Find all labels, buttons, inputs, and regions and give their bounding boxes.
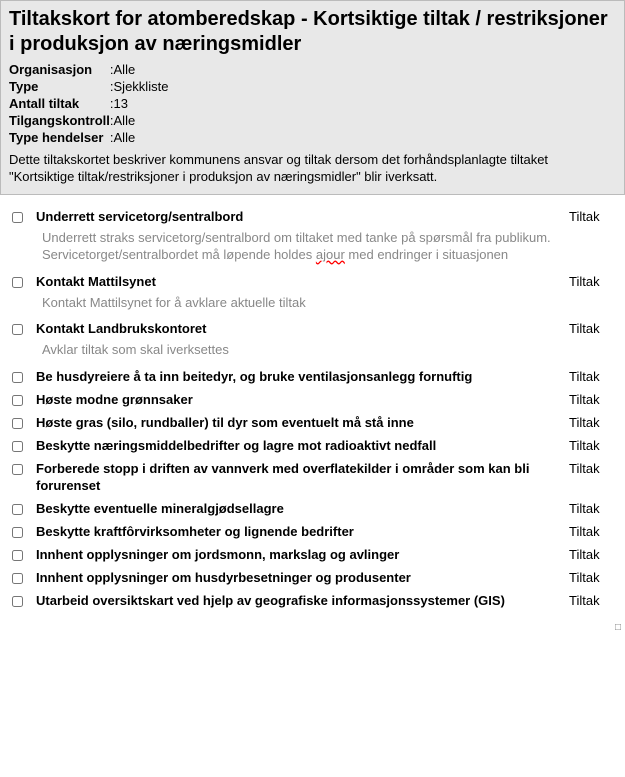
- item-type: Tiltak: [569, 392, 619, 407]
- item-checkbox[interactable]: [12, 596, 23, 607]
- item-checkbox[interactable]: [12, 573, 23, 584]
- items-list: Underrett servicetorg/sentralbordTiltakU…: [0, 195, 625, 622]
- meta-label: Type: [9, 78, 110, 95]
- item-title: Beskytte kraftfôrvirksomheter og lignend…: [36, 524, 569, 541]
- spellcheck-word: ajour: [316, 247, 345, 262]
- list-item: Kontakt LandbrukskontoretTiltak: [6, 317, 619, 340]
- item-type: Tiltak: [569, 209, 619, 224]
- item-checkbox[interactable]: [12, 324, 23, 335]
- item-checkbox[interactable]: [12, 504, 23, 515]
- checkbox-cell: [6, 274, 36, 291]
- checkbox-cell: [6, 524, 36, 541]
- item-checkbox[interactable]: [12, 372, 23, 383]
- item-description: Underrett straks servicetorg/sentralbord…: [6, 228, 566, 270]
- meta-row: Type hendelser:Alle: [9, 129, 168, 146]
- meta-row: Type:Sjekkliste: [9, 78, 168, 95]
- meta-value: Alle: [114, 129, 169, 146]
- checkbox-cell: [6, 438, 36, 455]
- item-type: Tiltak: [569, 501, 619, 516]
- item-checkbox[interactable]: [12, 212, 23, 223]
- item-type: Tiltak: [569, 547, 619, 562]
- list-item: Utarbeid oversiktskart ved hjelp av geog…: [6, 589, 619, 612]
- checkbox-cell: [6, 369, 36, 386]
- item-title: Forberede stopp i driften av vannverk me…: [36, 461, 569, 495]
- item-title: Høste gras (silo, rundballer) til dyr so…: [36, 415, 569, 432]
- item-type: Tiltak: [569, 274, 619, 289]
- item-title: Utarbeid oversiktskart ved hjelp av geog…: [36, 593, 569, 610]
- item-title: Høste modne grønnsaker: [36, 392, 569, 409]
- item-type: Tiltak: [569, 321, 619, 336]
- item-checkbox[interactable]: [12, 395, 23, 406]
- list-item: Høste modne grønnsakerTiltak: [6, 388, 619, 411]
- list-item: Innhent opplysninger om jordsmonn, marks…: [6, 543, 619, 566]
- item-type: Tiltak: [569, 438, 619, 453]
- checkbox-cell: [6, 570, 36, 587]
- checkbox-cell: [6, 593, 36, 610]
- item-type: Tiltak: [569, 415, 619, 430]
- meta-value: 13: [114, 95, 169, 112]
- item-type: Tiltak: [569, 593, 619, 608]
- list-item: Beskytte kraftfôrvirksomheter og lignend…: [6, 520, 619, 543]
- checkbox-cell: [6, 415, 36, 432]
- item-description: Kontakt Mattilsynet for å avklare aktuel…: [6, 293, 566, 318]
- item-title: Underrett servicetorg/sentralbord: [36, 209, 569, 226]
- page-title: Tiltakskort for atomberedskap - Kortsikt…: [9, 7, 616, 57]
- list-item: Beskytte eventuelle mineralgjødsellagreT…: [6, 497, 619, 520]
- header-box: Tiltakskort for atomberedskap - Kortsikt…: [0, 0, 625, 195]
- list-item: Høste gras (silo, rundballer) til dyr so…: [6, 411, 619, 434]
- item-title: Beskytte næringsmiddelbedrifter og lagre…: [36, 438, 569, 455]
- item-title: Kontakt Landbrukskontoret: [36, 321, 569, 338]
- meta-label: Organisasjon: [9, 61, 110, 78]
- item-checkbox[interactable]: [12, 550, 23, 561]
- item-title: Innhent opplysninger om husdyrbesetninge…: [36, 570, 569, 587]
- meta-label: Tilgangskontroll: [9, 112, 110, 129]
- list-item: Innhent opplysninger om husdyrbesetninge…: [6, 566, 619, 589]
- meta-row: Antall tiltak:13: [9, 95, 168, 112]
- checkbox-cell: [6, 461, 36, 478]
- item-title: Beskytte eventuelle mineralgjødsellagre: [36, 501, 569, 518]
- item-description: Avklar tiltak som skal iverksettes: [6, 340, 566, 365]
- meta-row: Organisasjon:Alle: [9, 61, 168, 78]
- meta-value: Sjekkliste: [114, 78, 169, 95]
- item-checkbox[interactable]: [12, 277, 23, 288]
- list-item: Beskytte næringsmiddelbedrifter og lagre…: [6, 434, 619, 457]
- item-title: Be husdyreiere å ta inn beitedyr, og bru…: [36, 369, 569, 386]
- meta-label: Antall tiltak: [9, 95, 110, 112]
- header-description: Dette tiltakskortet beskriver kommunens …: [9, 152, 616, 186]
- item-checkbox[interactable]: [12, 418, 23, 429]
- checkbox-cell: [6, 321, 36, 338]
- meta-value: Alle: [114, 61, 169, 78]
- meta-table: Organisasjon:AlleType:SjekklisteAntall t…: [9, 61, 168, 146]
- meta-label: Type hendelser: [9, 129, 110, 146]
- checkbox-cell: [6, 547, 36, 564]
- meta-row: Tilgangskontroll:Alle: [9, 112, 168, 129]
- item-checkbox[interactable]: [12, 441, 23, 452]
- item-type: Tiltak: [569, 524, 619, 539]
- item-checkbox[interactable]: [12, 464, 23, 475]
- item-type: Tiltak: [569, 369, 619, 384]
- list-item: Be husdyreiere å ta inn beitedyr, og bru…: [6, 365, 619, 388]
- checkbox-cell: [6, 392, 36, 409]
- item-title: Kontakt Mattilsynet: [36, 274, 569, 291]
- item-type: Tiltak: [569, 461, 619, 476]
- item-title: Innhent opplysninger om jordsmonn, marks…: [36, 547, 569, 564]
- list-item: Kontakt MattilsynetTiltak: [6, 270, 619, 293]
- list-item: Forberede stopp i driften av vannverk me…: [6, 457, 619, 497]
- item-type: Tiltak: [569, 570, 619, 585]
- item-checkbox[interactable]: [12, 527, 23, 538]
- checkbox-cell: [6, 209, 36, 226]
- checkbox-cell: [6, 501, 36, 518]
- meta-value: Alle: [114, 112, 169, 129]
- list-item: Underrett servicetorg/sentralbordTiltak: [6, 205, 619, 228]
- footer-marker: □: [0, 622, 625, 633]
